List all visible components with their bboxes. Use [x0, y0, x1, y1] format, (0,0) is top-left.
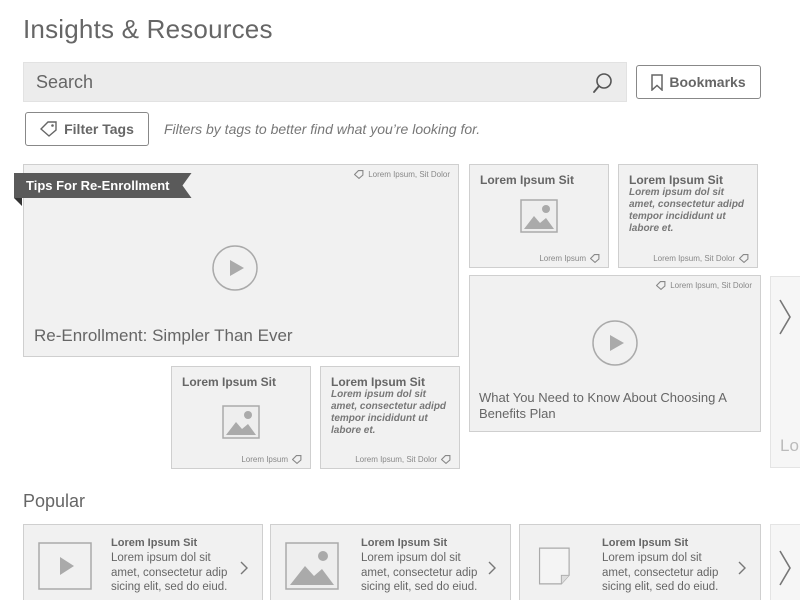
card-title: Lorem Ipsum Sit: [331, 375, 426, 389]
popular-item-text: Lorem ipsum dol sit amet, consectetur ad…: [111, 552, 228, 593]
play-icon[interactable]: [592, 320, 638, 366]
chevron-right-icon[interactable]: [488, 561, 496, 575]
resource-card[interactable]: Lorem Ipsum Sit Lorem Ipsum: [469, 164, 609, 268]
card-tags[interactable]: Lorem Ipsum: [241, 455, 302, 464]
tag-icon: [40, 121, 57, 137]
tag-icon: [292, 455, 302, 464]
video-card[interactable]: Lorem Ipsum, Sit Dolor What You Need to …: [469, 275, 761, 432]
page-title: Insights & Resources: [23, 14, 273, 44]
image-placeholder-icon: [222, 404, 260, 439]
tag-icon: [441, 455, 451, 464]
category-ribbon: Tips For Re-Enrollment: [14, 173, 192, 198]
card-title: Lorem Ipsum Sit: [480, 173, 575, 187]
tag-icon: [354, 170, 364, 179]
filter-tags-button[interactable]: Filter Tags: [25, 112, 149, 146]
card-body: Lorem ipsum dol sit amet, consectetur ad…: [331, 389, 447, 436]
card-title: Lorem Ipsum Sit: [182, 375, 277, 389]
search-icon[interactable]: [592, 72, 614, 94]
tag-icon: [590, 254, 600, 263]
search-bar[interactable]: [23, 62, 627, 102]
resource-card[interactable]: Lorem Ipsum Sit Lorem Ipsum: [171, 366, 311, 469]
image-icon: [285, 542, 339, 590]
popular-item-title: Lorem Ipsum Sit: [361, 537, 448, 549]
filter-tags-label: Filter Tags: [64, 121, 134, 137]
ribbon-fold: [14, 198, 22, 206]
bookmarks-label: Bookmarks: [669, 74, 746, 90]
card-body: Lorem ipsum dol sit amet, consectetur ad…: [629, 187, 745, 234]
tag-icon: [739, 254, 749, 263]
video-title[interactable]: What You Need to Know About Choosing A B…: [479, 390, 749, 422]
card-tags[interactable]: Lorem Ipsum, Sit Dolor: [656, 281, 752, 290]
chevron-right-icon[interactable]: [738, 561, 746, 575]
video-icon: [38, 542, 92, 590]
resource-card[interactable]: Lorem Ipsum Sit Lorem ipsum dol sit amet…: [320, 366, 460, 469]
popular-item-text: Lorem ipsum dol sit amet, consectetur ad…: [602, 552, 719, 593]
card-tags[interactable]: Lorem Ipsum, Sit Dolor: [653, 254, 749, 263]
card-tags[interactable]: Lorem Ipsum: [539, 254, 600, 263]
popular-item-title: Lorem Ipsum Sit: [111, 537, 198, 549]
chevron-right-icon[interactable]: [776, 548, 796, 588]
popular-item[interactable]: Lorem Ipsum Sit Lorem ipsum dol sit amet…: [270, 524, 511, 600]
card-tags[interactable]: Lorem Ipsum, Sit Dolor: [355, 455, 451, 464]
image-placeholder-icon: [520, 199, 558, 233]
card-tags[interactable]: Lorem Ipsum, Sit Dolor: [354, 170, 450, 179]
bookmarks-button[interactable]: Bookmarks: [636, 65, 761, 99]
popular-item-title: Lorem Ipsum Sit: [602, 537, 689, 549]
next-card-peek-text: Lo: [780, 436, 799, 455]
card-title: Lorem Ipsum Sit: [629, 173, 724, 187]
video-title[interactable]: Re-Enrollment: Simpler Than Ever: [34, 326, 293, 346]
bookmark-icon: [651, 73, 664, 91]
popular-item-text: Lorem ipsum dol sit amet, consectetur ad…: [361, 552, 478, 593]
popular-item[interactable]: Lorem Ipsum Sit Lorem ipsum dol sit amet…: [519, 524, 761, 600]
resource-card[interactable]: Lorem Ipsum Sit Lorem ipsum dol sit amet…: [618, 164, 758, 268]
popular-heading: Popular: [23, 491, 86, 511]
filter-hint: Filters by tags to better find what you’…: [164, 121, 481, 137]
play-icon[interactable]: [212, 245, 258, 291]
popular-item[interactable]: Lorem Ipsum Sit Lorem ipsum dol sit amet…: [23, 524, 263, 600]
tag-icon: [656, 281, 666, 290]
chevron-right-icon[interactable]: [240, 561, 248, 575]
document-icon: [538, 547, 570, 585]
search-input[interactable]: [36, 63, 576, 101]
chevron-right-icon[interactable]: [776, 297, 796, 337]
